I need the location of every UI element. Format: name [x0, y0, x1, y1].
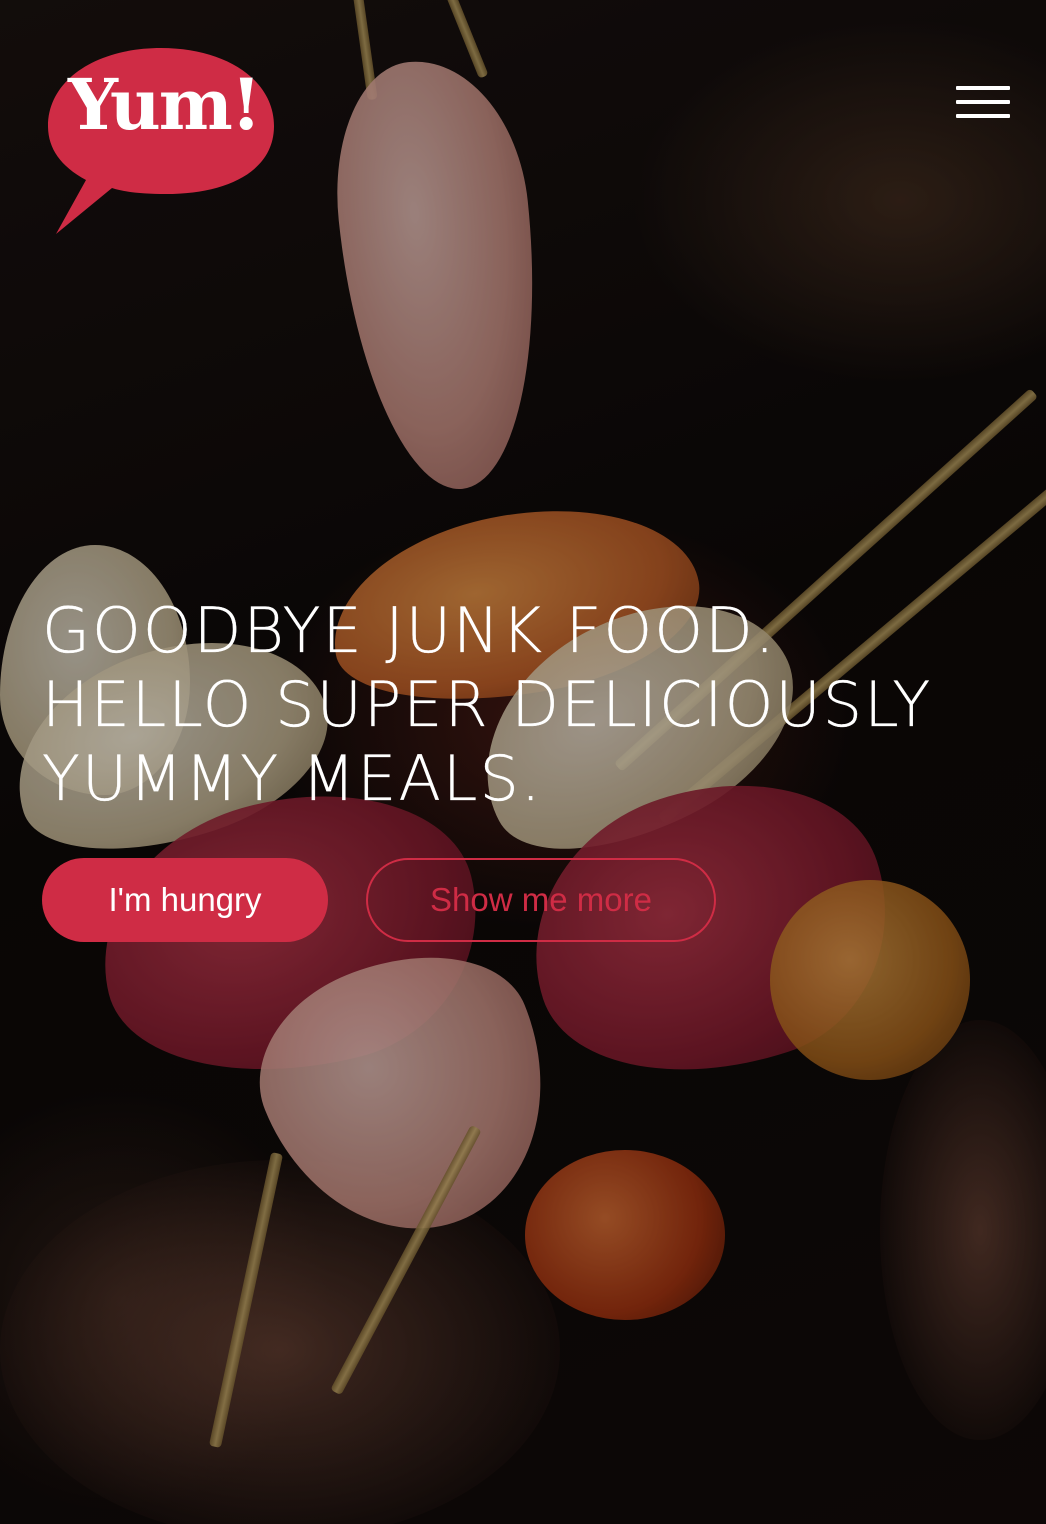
im-hungry-button[interactable]: I'm hungry	[42, 858, 328, 942]
hero-headline: GOODBYE JUNK FOOD. HELLO SUPER DELICIOUS…	[42, 594, 1002, 816]
hamburger-menu-icon[interactable]	[950, 80, 1016, 124]
hero-section: Yum! GOODBYE JUNK FOOD. HELLO SUPER DELI…	[0, 0, 1046, 1524]
yum-logo[interactable]: Yum!	[46, 44, 276, 236]
logo-text: Yum!	[68, 63, 262, 146]
headline-line: HELLO SUPER DELICIOUSLY	[42, 668, 933, 741]
headline-line: GOODBYE JUNK FOOD.	[42, 594, 777, 667]
show-me-more-button[interactable]: Show me more	[366, 858, 716, 942]
menu-bar	[956, 86, 1010, 90]
menu-bar	[956, 114, 1010, 118]
menu-bar	[956, 100, 1010, 104]
headline-line: YUMMY MEALS.	[42, 742, 543, 815]
